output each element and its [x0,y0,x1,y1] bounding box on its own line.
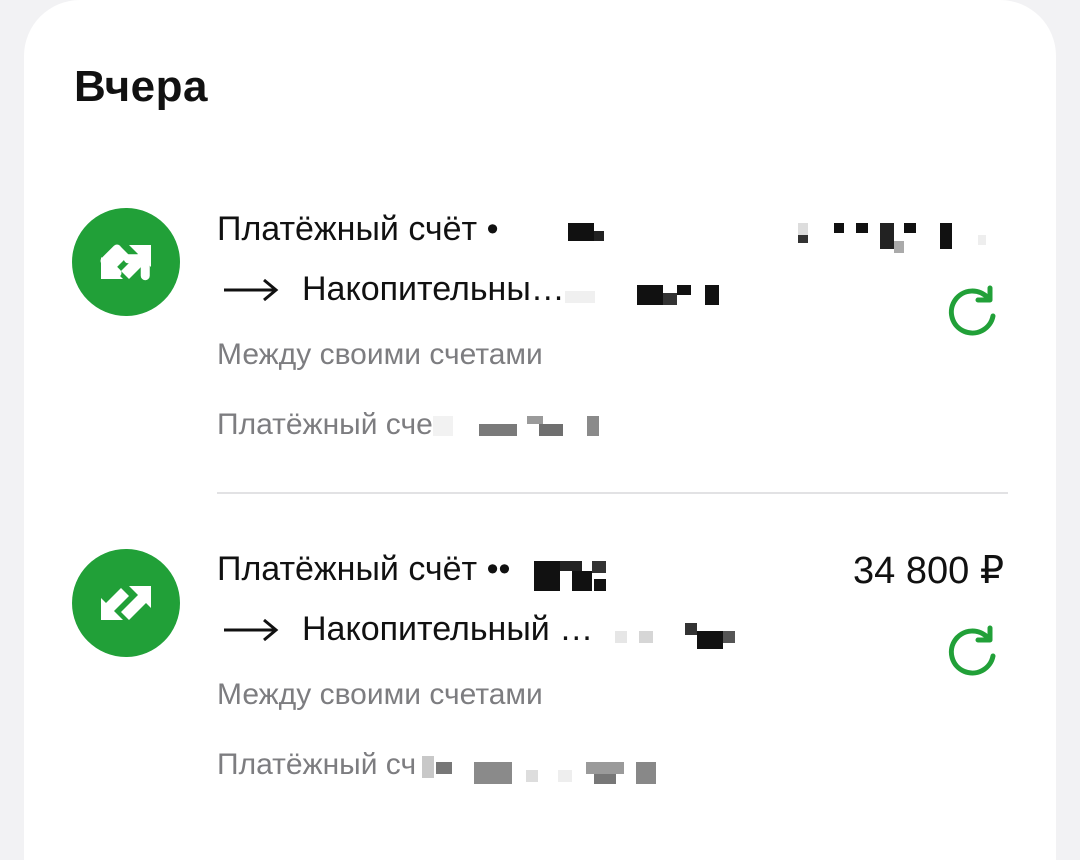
from-account: Платёжный счёт •• [217,550,654,591]
repeat-icon[interactable] [944,284,1000,340]
operation-subtitle: Платёжный сче [217,408,623,442]
subtitle-label: Платёжный сч [217,748,417,781]
operation-subtitle: Платёжный сч [217,748,676,784]
repeat-icon[interactable] [944,624,1000,680]
subtitle-label: Платёжный сче [217,408,433,441]
arrow-right-icon [224,618,279,641]
masked-account-number [432,410,623,440]
transfer-arrows-icon [72,549,180,657]
to-account: Накопительный … [222,610,773,649]
operation-item-2[interactable]: Платёжный счёт •• 34 800 ₽ Накопительный… [0,0,1080,784]
operation-amount: 34 800 ₽ [853,550,1004,592]
masked-account-number [416,750,676,784]
operation-category: Между своими счетами [217,338,543,372]
operation-category: Между своими счетами [217,678,543,712]
from-account-label: Платёжный счёт •• [217,550,511,588]
masked-account-number [534,555,654,591]
masked-account-number [603,615,773,649]
operations-divider [217,492,1008,494]
to-account-label: Накопительный … [302,610,594,648]
category-label: Между своими счетами [217,338,543,371]
category-label: Между своими счетами [217,678,543,711]
